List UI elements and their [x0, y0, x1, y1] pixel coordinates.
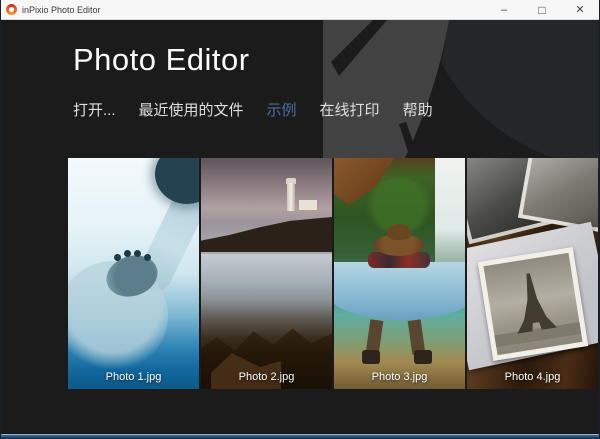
photo-1-filename: Photo 1.jpg [105, 371, 162, 383]
lighthouse-tower-shape [287, 183, 295, 211]
sample-photo-2-thumbnail[interactable]: Photo 2.jpg [201, 158, 332, 389]
sample-photo-1-thumbnail[interactable]: Photo 1.jpg [68, 158, 199, 389]
headland-silhouette [201, 217, 332, 252]
close-button[interactable]: ✕ [561, 0, 599, 19]
main-area: Photo Editor 打开... 最近使用的文件 示例 在线打印 帮助 Ph… [1, 20, 599, 433]
photo-3-filename: Photo 3.jpg [371, 371, 428, 383]
menu-item-samples[interactable]: 示例 [267, 99, 297, 120]
window-bottom-border [1, 433, 599, 439]
photo-4-filename: Photo 4.jpg [504, 371, 561, 383]
menu-item-help[interactable]: 帮助 [403, 99, 433, 120]
maximize-button[interactable]: □ [523, 0, 561, 19]
menu-item-online-print[interactable]: 在线打印 [320, 99, 380, 120]
menu-item-recent-files[interactable]: 最近使用的文件 [139, 99, 244, 120]
hammock-shape [334, 262, 465, 320]
sample-photo-gallery: Photo 1.jpg Photo 2.jpg Photo 3.jpg Phot… [68, 158, 598, 389]
sample-photo-3-thumbnail[interactable]: Photo 3.jpg [334, 158, 465, 389]
page-title: Photo Editor [73, 42, 250, 77]
title-bar: inPixio Photo Editor – □ ✕ [1, 0, 599, 20]
minimize-button[interactable]: – [485, 0, 523, 19]
sea-mist-shape [201, 254, 332, 314]
menu-item-open[interactable]: 打开... [73, 99, 116, 120]
eiffel-tower-print-shape [477, 247, 589, 361]
window-controls: – □ ✕ [485, 0, 599, 19]
app-logo-icon [6, 4, 17, 15]
app-window: inPixio Photo Editor – □ ✕ Photo Editor … [0, 0, 600, 439]
menu-bar: 打开... 最近使用的文件 示例 在线打印 帮助 [73, 99, 433, 120]
window-title: inPixio Photo Editor [22, 4, 101, 15]
sample-photo-4-thumbnail[interactable]: Photo 4.jpg [467, 158, 598, 389]
photo-2-filename: Photo 2.jpg [238, 371, 295, 383]
polar-bear-head-shape [155, 158, 199, 204]
